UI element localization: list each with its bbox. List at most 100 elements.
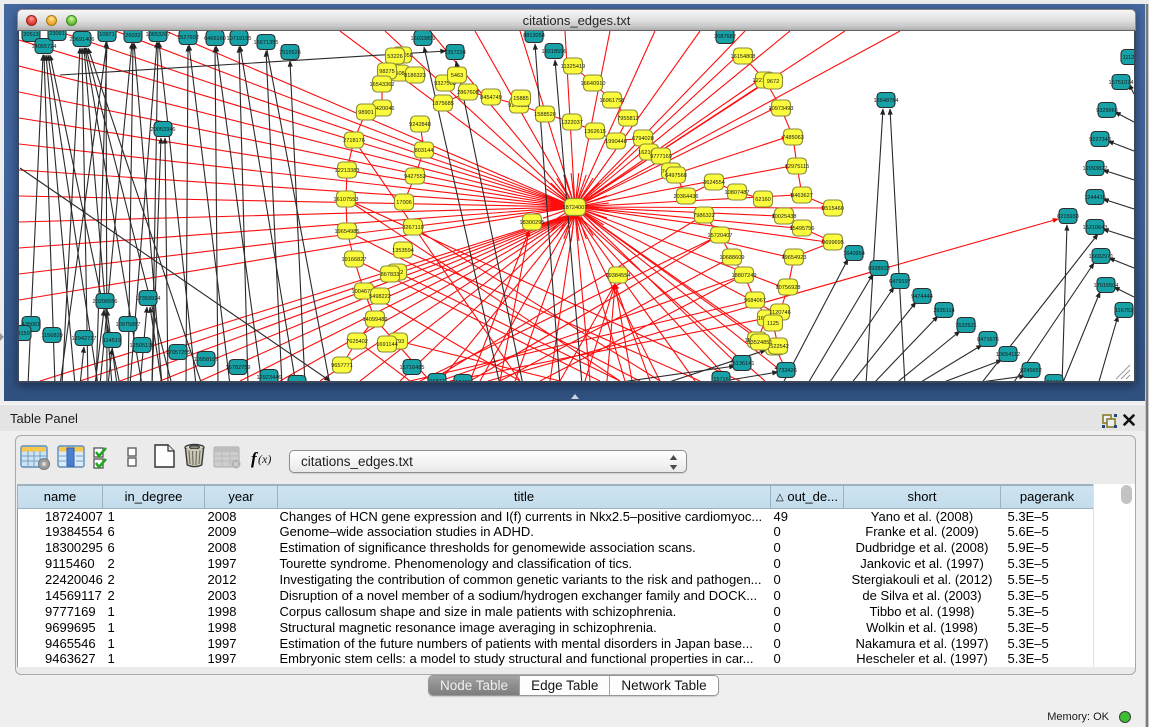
svg-text:114519: 114519 xyxy=(103,338,121,344)
svg-text:16782759: 16782759 xyxy=(226,365,251,371)
svg-text:10688609: 10688609 xyxy=(720,255,745,261)
svg-text:12505135: 12505135 xyxy=(130,343,155,349)
svg-text:3624554: 3624554 xyxy=(703,180,725,186)
svg-text:1322037: 1322037 xyxy=(561,120,583,126)
svg-text:9672: 9672 xyxy=(767,79,779,85)
svg-text:16543362: 16543362 xyxy=(370,82,395,88)
svg-text:20053346: 20053346 xyxy=(151,127,176,133)
svg-text:9474444: 9474444 xyxy=(911,294,933,300)
svg-text:19654923: 19654923 xyxy=(782,255,807,261)
svg-text:3267110: 3267110 xyxy=(402,225,423,231)
svg-text:10756928: 10756928 xyxy=(776,285,801,291)
svg-text:17359924: 17359924 xyxy=(136,296,161,302)
svg-text:26032: 26032 xyxy=(125,33,141,39)
svg-text:12942737: 12942737 xyxy=(72,336,97,342)
svg-text:9515460: 9515460 xyxy=(822,206,844,212)
svg-text:12975115: 12975115 xyxy=(785,164,809,170)
svg-text:14099489: 14099489 xyxy=(363,317,388,323)
svg-text:9427552: 9427552 xyxy=(404,174,426,180)
svg-text:9657771: 9657771 xyxy=(331,363,353,369)
svg-text:11124: 11124 xyxy=(1123,55,1134,61)
svg-text:16640910: 16640910 xyxy=(581,81,606,87)
svg-text:9242848: 9242848 xyxy=(409,122,431,128)
svg-text:20691406: 20691406 xyxy=(70,37,95,43)
svg-text:15716485: 15716485 xyxy=(400,365,425,371)
svg-text:92456: 92456 xyxy=(1046,380,1062,381)
svg-text:8215933: 8215933 xyxy=(1057,214,1079,220)
svg-text:7357224: 7357224 xyxy=(444,50,466,56)
svg-text:16961758: 16961758 xyxy=(600,98,625,104)
svg-text:9699695: 9699695 xyxy=(822,240,844,246)
svg-text:9329966: 9329966 xyxy=(1096,108,1118,114)
svg-text:15720407: 15720407 xyxy=(708,233,733,239)
svg-text:14055724: 14055724 xyxy=(32,44,57,50)
svg-text:17006: 17006 xyxy=(396,200,412,206)
svg-text:7515526: 7515526 xyxy=(279,50,301,56)
svg-text:18300295: 18300295 xyxy=(520,220,545,226)
svg-text:16154808: 16154808 xyxy=(731,54,756,60)
svg-text:7625402: 7625402 xyxy=(346,339,368,345)
svg-text:867833: 867833 xyxy=(381,272,400,278)
svg-text:20206556: 20206556 xyxy=(93,299,118,305)
svg-text:16033809: 16033809 xyxy=(411,36,436,42)
svg-text:10807487: 10807487 xyxy=(725,190,750,196)
svg-text:18724007: 18724007 xyxy=(563,205,588,211)
svg-text:1125: 1125 xyxy=(767,321,779,327)
svg-text:20513: 20513 xyxy=(23,32,39,38)
svg-text:18807249: 18807249 xyxy=(732,273,757,279)
svg-text:7955812: 7955812 xyxy=(617,116,639,122)
svg-text:16107553: 16107553 xyxy=(334,197,359,203)
svg-text:10025438: 10025438 xyxy=(772,214,797,220)
svg-text:8813054: 8813054 xyxy=(523,33,545,39)
svg-text:2935114: 2935114 xyxy=(933,308,954,314)
svg-text:10719155: 10719155 xyxy=(227,36,252,42)
svg-text:19166827: 19166827 xyxy=(342,257,367,263)
svg-text:7632621: 7632621 xyxy=(955,323,977,329)
svg-text:12402: 12402 xyxy=(455,380,471,381)
svg-text:1733426: 1733426 xyxy=(775,368,797,374)
svg-text:17016504: 17016504 xyxy=(1094,283,1119,289)
svg-text:19654985: 19654985 xyxy=(335,229,360,235)
svg-text:803144: 803144 xyxy=(415,148,434,154)
svg-text:5498222: 5498222 xyxy=(369,294,391,300)
svg-text:15751074: 15751074 xyxy=(1109,80,1134,86)
svg-text:6466160: 6466160 xyxy=(204,36,226,42)
svg-text:2867608: 2867608 xyxy=(457,90,479,96)
svg-text:9684067: 9684067 xyxy=(744,298,766,304)
svg-text:10958107: 10958107 xyxy=(194,357,219,363)
svg-text:98275: 98275 xyxy=(379,69,395,75)
svg-text:116753: 116753 xyxy=(1115,308,1133,314)
svg-text:62160: 62160 xyxy=(755,197,771,203)
svg-text:1875685: 1875685 xyxy=(432,101,454,107)
svg-text:17957255: 17957255 xyxy=(166,350,191,356)
svg-text:7986322: 7986322 xyxy=(693,213,715,219)
svg-text:8471676: 8471676 xyxy=(977,337,999,343)
svg-text:2718176: 2718176 xyxy=(343,138,365,144)
svg-text:8454749: 8454749 xyxy=(480,95,502,101)
svg-text:9777169: 9777169 xyxy=(650,154,672,160)
svg-text:12923446: 12923446 xyxy=(257,375,282,381)
svg-text:9245652: 9245652 xyxy=(1020,368,1042,374)
svg-text:15716: 15716 xyxy=(713,377,729,381)
svg-text:53226: 53226 xyxy=(387,54,403,60)
svg-text:12093822: 12093822 xyxy=(1083,166,1108,172)
svg-text:7485063: 7485063 xyxy=(782,135,804,141)
svg-text:16210643: 16210643 xyxy=(1083,225,1108,231)
svg-text:8938923: 8938923 xyxy=(868,266,890,272)
svg-text:9227343: 9227343 xyxy=(1089,137,1111,143)
svg-text:96877: 96877 xyxy=(429,379,445,381)
svg-text:1588520: 1588520 xyxy=(534,112,556,118)
svg-text:16671355: 16671355 xyxy=(254,40,279,46)
svg-text:12213383: 12213383 xyxy=(335,168,360,174)
svg-text:15136141: 15136141 xyxy=(730,361,755,367)
svg-text:1244415: 1244415 xyxy=(1084,195,1106,201)
svg-text:1990448: 1990448 xyxy=(605,139,627,145)
svg-text:16648784: 16648784 xyxy=(874,98,899,104)
svg-text:2087682: 2087682 xyxy=(714,34,736,40)
svg-text:6497568: 6497568 xyxy=(665,173,687,179)
svg-text:15692971: 15692971 xyxy=(1089,254,1114,260)
svg-text:1353594: 1353594 xyxy=(392,248,414,254)
svg-text:10973493: 10973493 xyxy=(769,106,794,112)
svg-text:10975887: 10975887 xyxy=(116,322,141,328)
svg-text:6794028: 6794028 xyxy=(632,136,654,142)
